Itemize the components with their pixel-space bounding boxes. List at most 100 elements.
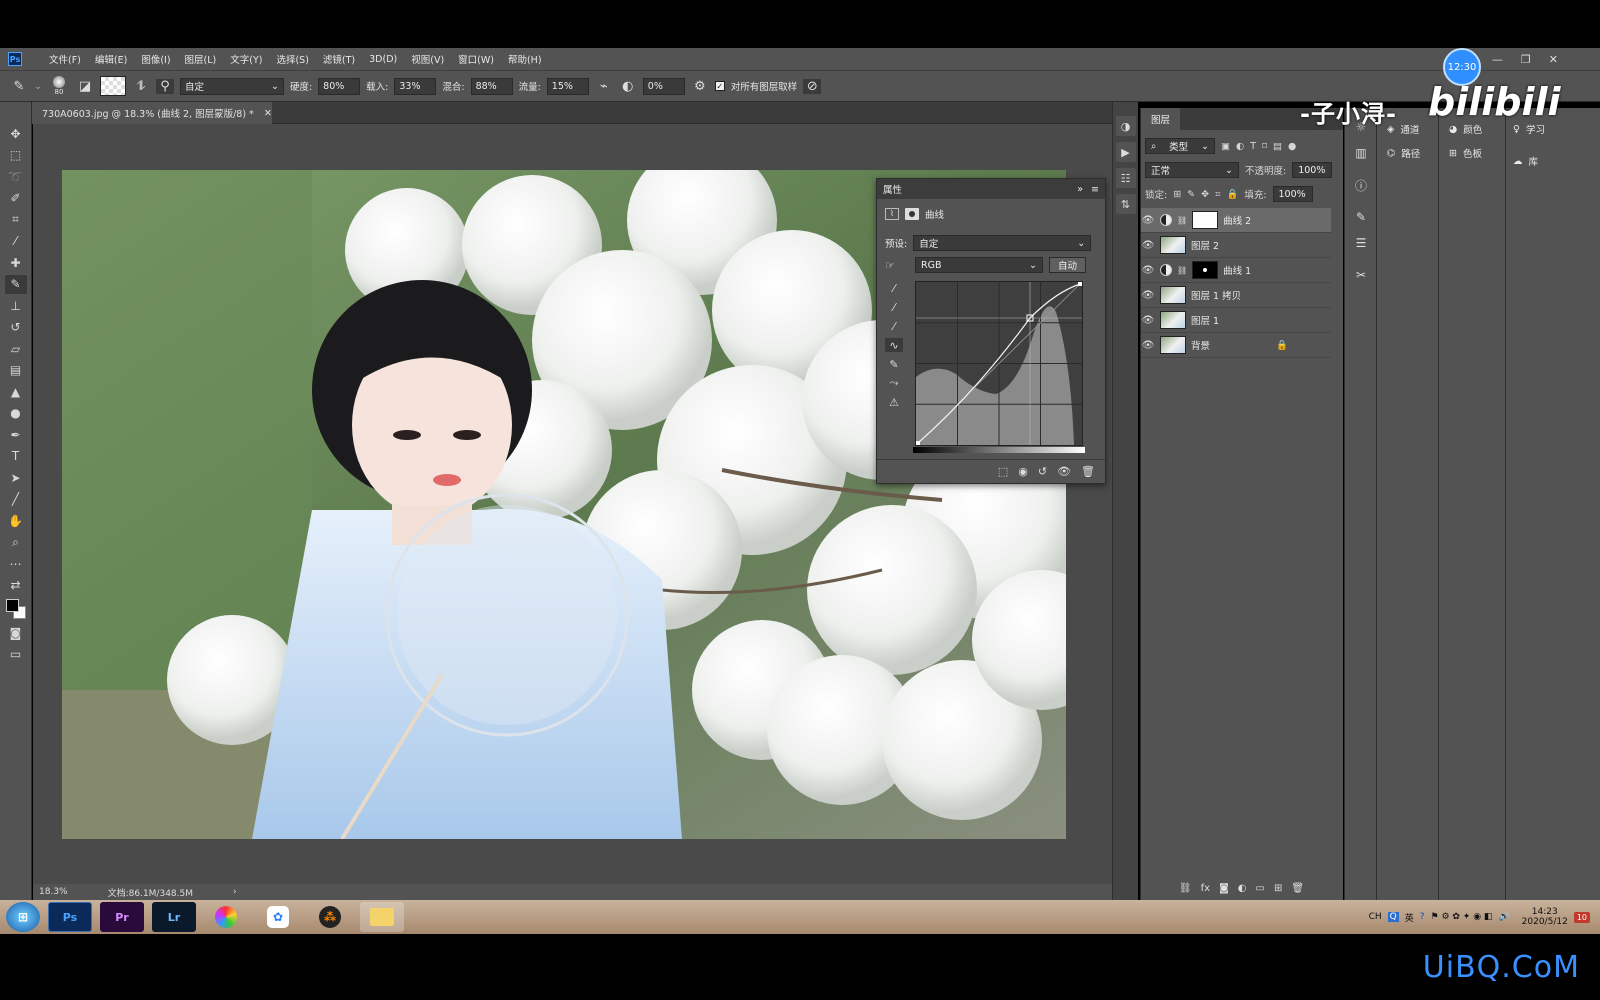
healing-tool-icon[interactable]: ✚ [5, 253, 27, 273]
menu-file[interactable]: 文件(F) [42, 52, 88, 66]
curves-icon[interactable]: ⌇ [885, 208, 899, 220]
layer-row-layer-1[interactable]: 👁 图层 1 [1141, 308, 1331, 333]
mask-icon[interactable] [905, 208, 919, 220]
quick-mask-icon[interactable]: ◙ [5, 623, 27, 643]
eye-icon[interactable]: 👁 [1141, 240, 1155, 251]
swap-colors-icon[interactable]: ⇄ [5, 576, 27, 596]
taskbar-photoshop[interactable]: Ps [48, 902, 92, 932]
filter-adjustment-icon[interactable]: ◐ [1236, 141, 1244, 152]
taskbar-premiere[interactable]: Pr [100, 902, 144, 932]
eraser-tool-icon[interactable]: ▱ [5, 339, 27, 359]
tray-apps-icon[interactable]: ⚑ ⚙ ✿ ✦ ◉ ◧ [1431, 912, 1493, 922]
gray-point-eyedropper-icon[interactable]: ⁄ [885, 300, 903, 314]
tab-layers[interactable]: 图层 [1141, 108, 1181, 130]
target-adjust-icon[interactable]: ☞ [885, 259, 903, 272]
visibility-eye-icon[interactable]: 👁 [1057, 465, 1071, 478]
gradient-tool-icon[interactable]: ▤ [5, 361, 27, 381]
blend-preset-dropdown[interactable]: 自定 ⌄ [179, 77, 284, 95]
color-swatches[interactable] [4, 597, 28, 621]
menu-filter[interactable]: 滤镜(T) [316, 52, 362, 66]
layer-mask-thumbnail[interactable] [1192, 261, 1219, 279]
dodge-tool-icon[interactable]: ● [5, 404, 27, 424]
taskbar-clock[interactable]: 14:23 2020/5/12 [1522, 907, 1568, 927]
clip-to-layer-icon[interactable]: ⬚ [998, 465, 1008, 478]
chevron-down-icon[interactable]: ⌄ [34, 81, 42, 92]
taskbar-photo-app[interactable] [204, 902, 248, 932]
layer-row-curves-1[interactable]: 👁 ⛓ 曲线 1 [1141, 258, 1331, 283]
brush-preset-picker[interactable]: 80 [48, 76, 70, 96]
path-select-tool-icon[interactable]: ➤ [5, 468, 27, 488]
actions-play-icon[interactable]: ▶ [1115, 142, 1136, 162]
lock-all-icon[interactable]: 🔒 [1226, 189, 1238, 200]
trash-icon[interactable]: 🗑 [1081, 465, 1095, 478]
curve-point-icon[interactable]: ∿ [885, 338, 903, 352]
flow-input[interactable]: 15% [546, 77, 589, 95]
foreground-color-swatch[interactable] [5, 599, 19, 612]
panel-menu-icon[interactable]: ≡ [1091, 184, 1099, 195]
wet-input[interactable]: 80% [318, 77, 361, 95]
close-tab-icon[interactable]: ✕ [264, 108, 272, 119]
new-adjustment-icon[interactable]: ◐ [1238, 883, 1247, 894]
line-tool-icon[interactable]: ╱ [5, 490, 27, 510]
menu-view[interactable]: 视图(V) [404, 52, 451, 66]
eyedropper-tool-icon[interactable]: ⁄ [5, 232, 27, 252]
preset-dropdown[interactable]: 自定 ⌄ [913, 235, 1092, 251]
menu-help[interactable]: 帮助(H) [501, 52, 549, 66]
tool-presets-icon[interactable]: ☰ [1351, 234, 1371, 252]
menu-type[interactable]: 文字(Y) [223, 52, 269, 66]
zoom-level[interactable]: 18.3% [39, 887, 68, 897]
hand-tool-icon[interactable]: ✋ [5, 511, 27, 531]
angle-input[interactable]: 0% [642, 77, 685, 95]
ime-mode[interactable]: 英 [1405, 911, 1414, 924]
delete-layer-icon[interactable]: 🗑 [1291, 883, 1304, 894]
filter-type-icon[interactable]: T [1250, 141, 1256, 152]
info-icon[interactable]: ⓘ [1351, 176, 1371, 194]
document-tab[interactable]: 730A0603.jpg @ 18.3% (曲线 2, 图层蒙版/8) * ✕ [32, 102, 272, 124]
filter-smart-icon[interactable]: ▤ [1273, 141, 1282, 152]
tools-icon[interactable]: ✂ [1351, 266, 1371, 284]
layer-row-curves-2[interactable]: 👁 ⛓ 曲线 2 [1141, 208, 1331, 233]
blur-tool-icon[interactable]: ▲ [5, 382, 27, 402]
eye-icon[interactable]: 👁 [1141, 340, 1155, 351]
curves-graph[interactable] [915, 281, 1083, 446]
clipping-warning-icon[interactable]: ⚠ [885, 395, 903, 409]
menu-image[interactable]: 图像(I) [134, 52, 177, 66]
mix-input[interactable]: 88% [470, 77, 513, 95]
close-icon[interactable]: ✕ [1549, 53, 1558, 66]
brush-settings-panel-icon[interactable]: ✎ [1351, 208, 1371, 226]
pressure-icon[interactable]: ⊘ [803, 78, 822, 94]
help-icon[interactable]: ? [1420, 912, 1425, 922]
crop-tool-icon[interactable]: ⌗ [5, 210, 27, 230]
color-panel-icon[interactable]: ◑ [1115, 116, 1136, 136]
link-layers-icon[interactable]: ⛓ [1179, 883, 1192, 894]
start-button[interactable]: ⊞ [6, 902, 40, 932]
taskbar-davinci[interactable]: ⁂ [308, 902, 352, 932]
clean-brush-icon[interactable]: ⚲ [155, 78, 174, 94]
black-point-eyedropper-icon[interactable]: ⁄ [885, 281, 903, 295]
history-icon[interactable]: ⇅ [1115, 194, 1136, 214]
pencil-icon[interactable]: ✎ [885, 357, 903, 371]
properties-panel-icon[interactable]: ☷ [1115, 168, 1136, 188]
layer-row-layer-2[interactable]: 👁 图层 2 [1141, 233, 1331, 258]
filter-toggle-icon[interactable]: ● [1288, 141, 1296, 152]
airbrush-icon[interactable]: ⌁ [595, 79, 613, 94]
histogram-icon[interactable]: ▥ [1351, 144, 1371, 162]
layer-row-background[interactable]: 👁 背景 🔒 [1141, 333, 1331, 358]
history-brush-tool-icon[interactable]: ↺ [5, 318, 27, 338]
zoom-tool-icon[interactable]: ⌕ [5, 533, 27, 553]
link-icon[interactable]: ⛓ [1177, 266, 1187, 275]
layer-mask-thumbnail[interactable] [1192, 211, 1219, 229]
filter-pixel-icon[interactable]: ▣ [1221, 141, 1230, 152]
screen-mode-icon[interactable]: ▭ [5, 645, 27, 665]
view-previous-icon[interactable]: ◉ [1018, 465, 1028, 478]
load-input[interactable]: 33% [394, 77, 437, 95]
smooth-icon[interactable]: ⤳ [885, 376, 903, 390]
filter-shape-icon[interactable]: ⌑ [1262, 141, 1267, 152]
link-icon[interactable]: ⛓ [1177, 216, 1187, 225]
lock-pixels-icon[interactable]: ✎ [1187, 189, 1195, 200]
opacity-input[interactable]: 100% [1292, 162, 1333, 178]
menu-edit[interactable]: 编辑(E) [88, 52, 134, 66]
taskbar-cloud-app[interactable]: ✿ [256, 902, 300, 932]
lasso-tool-icon[interactable]: ➰ [5, 167, 27, 187]
brush-tool-icon[interactable]: ✎ [4, 274, 27, 294]
